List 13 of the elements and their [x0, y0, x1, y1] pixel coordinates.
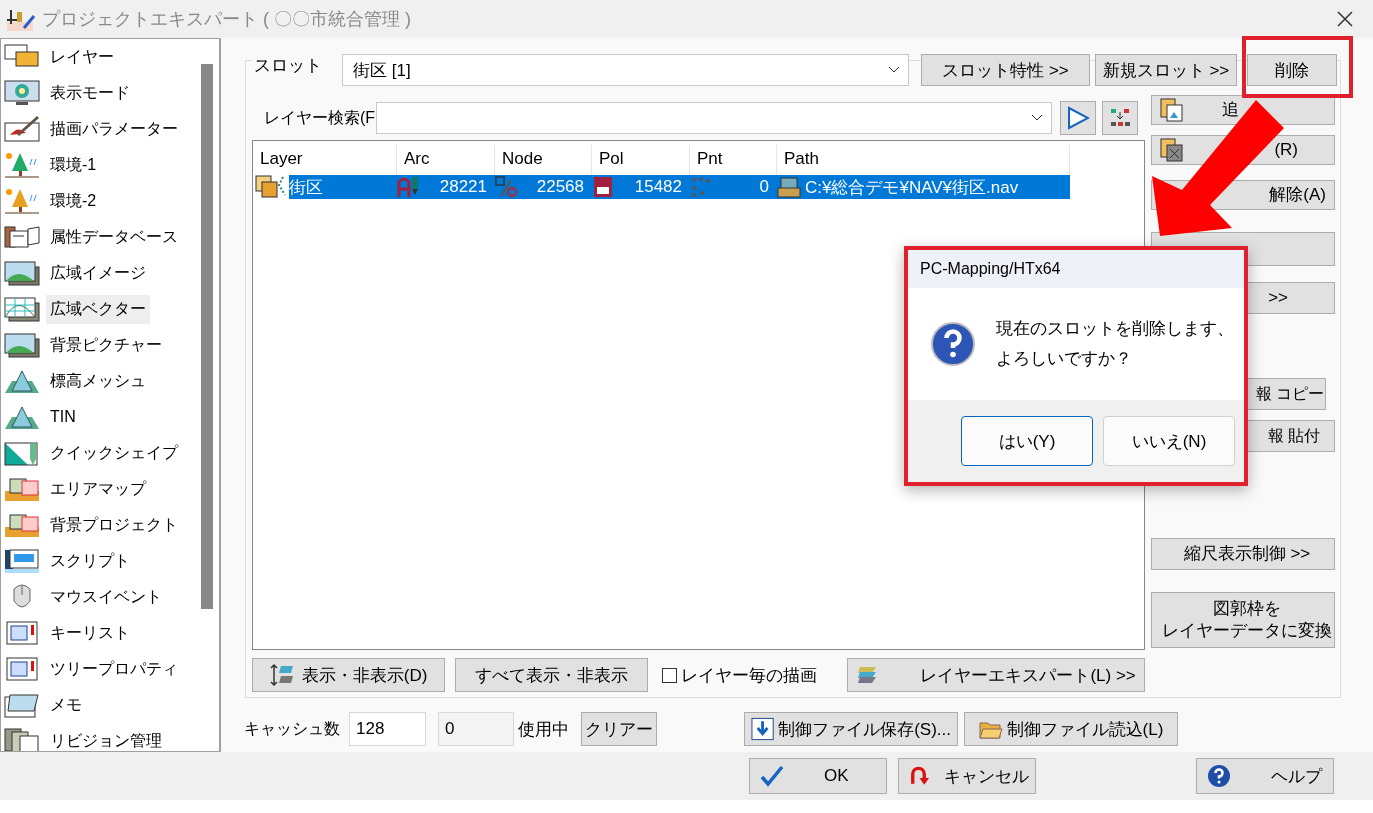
- table-cell-text: 街区: [289, 176, 323, 199]
- table-cell: 0: [759, 177, 769, 197]
- table-cell: 28221: [439, 177, 487, 197]
- table-cell: 22568: [536, 177, 584, 197]
- table-cell: 15482: [634, 177, 682, 197]
- table-cell-text: C:¥総合デモ¥NAV¥街区.nav: [805, 176, 1019, 199]
- search-label: レイヤー検索(F: [264, 107, 376, 128]
- dialog-message: 現在のスロットを削除します、 よろしいですか？: [996, 318, 1234, 370]
- checkbox-label: レイヤー毎の描画: [681, 664, 818, 687]
- dialog-title: PC-Mapping/HTx64: [920, 260, 1061, 278]
- used-label: 使用中: [518, 718, 569, 741]
- window-title: プロジェクトエキスパート ( 〇〇市統合管理 ): [42, 8, 412, 31]
- cache-label: キャッシュ数: [244, 718, 341, 739]
